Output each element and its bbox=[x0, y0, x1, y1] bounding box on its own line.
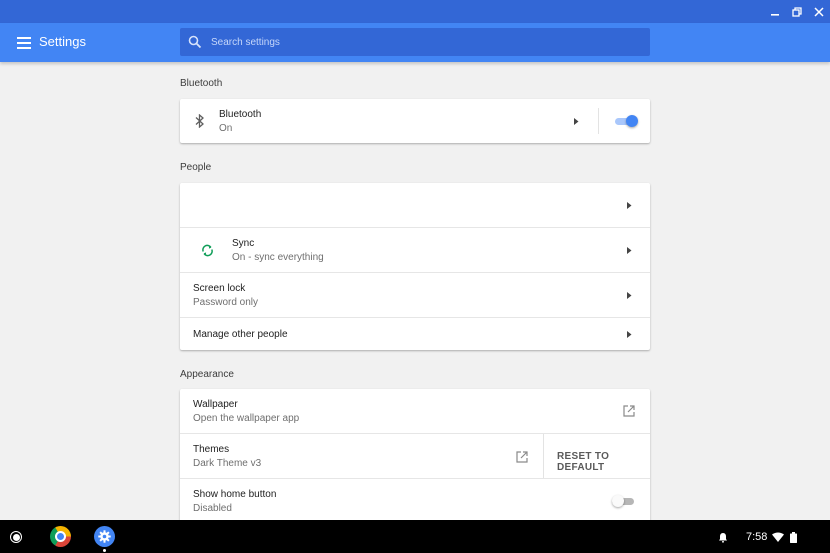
search-box[interactable] bbox=[180, 28, 650, 56]
shelf: 7:58 bbox=[0, 520, 830, 553]
section-title-appearance: Appearance bbox=[180, 369, 234, 380]
screen-lock-status: Password only bbox=[193, 297, 259, 308]
wallpaper-label: Wallpaper bbox=[193, 399, 238, 410]
bluetooth-row[interactable]: Bluetooth On bbox=[180, 99, 650, 143]
minimize-icon[interactable] bbox=[766, 3, 784, 20]
launcher-icon bbox=[12, 533, 20, 541]
open-external-icon[interactable] bbox=[623, 405, 635, 417]
active-app-indicator bbox=[103, 549, 106, 552]
search-input[interactable] bbox=[211, 28, 641, 56]
hamburger-menu-icon[interactable] bbox=[13, 32, 35, 54]
page-title: Settings bbox=[39, 34, 86, 49]
themes-row[interactable]: Themes Dark Theme v3 RESET TO DEFAULT bbox=[180, 433, 650, 479]
chevron-right-icon bbox=[625, 330, 633, 338]
reset-to-default-button[interactable]: RESET TO DEFAULT bbox=[557, 451, 650, 473]
screen-lock-label: Screen lock bbox=[193, 283, 246, 294]
launcher-button[interactable] bbox=[10, 531, 22, 543]
appearance-card: Wallpaper Open the wallpaper app Themes … bbox=[180, 389, 650, 529]
manage-other-people-row[interactable]: Manage other people bbox=[180, 317, 650, 350]
chevron-right-icon bbox=[625, 246, 633, 254]
sync-status: On - sync everything bbox=[232, 252, 324, 263]
chevron-right-icon bbox=[625, 201, 633, 209]
bluetooth-toggle[interactable] bbox=[615, 115, 638, 127]
manage-other-people-label: Manage other people bbox=[193, 329, 288, 340]
wallpaper-description: Open the wallpaper app bbox=[193, 413, 300, 424]
divider bbox=[543, 434, 544, 479]
people-card: Sync On - sync everything Screen lock Pa… bbox=[180, 183, 650, 350]
restore-icon[interactable] bbox=[788, 3, 806, 20]
section-title-people: People bbox=[180, 162, 212, 173]
sync-label: Sync bbox=[232, 238, 255, 249]
notification-bell-icon[interactable] bbox=[718, 531, 728, 543]
themes-label: Themes bbox=[193, 444, 230, 455]
wifi-icon[interactable] bbox=[772, 531, 784, 543]
clock[interactable]: 7:58 bbox=[746, 531, 767, 543]
chevron-right-icon bbox=[625, 291, 633, 299]
chrome-icon[interactable] bbox=[50, 526, 71, 547]
account-row[interactable] bbox=[180, 183, 650, 227]
battery-icon[interactable] bbox=[789, 531, 797, 543]
themes-current: Dark Theme v3 bbox=[193, 458, 262, 469]
sync-icon bbox=[200, 243, 214, 257]
bluetooth-label: Bluetooth bbox=[219, 109, 262, 120]
bluetooth-card: Bluetooth On bbox=[180, 99, 650, 143]
chevron-right-icon bbox=[572, 117, 580, 125]
section-title-bluetooth: Bluetooth bbox=[180, 78, 223, 89]
search-icon bbox=[188, 35, 202, 49]
show-home-button-label: Show home button bbox=[193, 489, 277, 500]
show-home-button-toggle[interactable] bbox=[612, 495, 634, 507]
open-external-icon[interactable] bbox=[516, 451, 528, 463]
divider bbox=[598, 108, 599, 134]
sync-row[interactable]: Sync On - sync everything bbox=[180, 227, 650, 272]
settings-gear-icon[interactable] bbox=[94, 526, 115, 547]
settings-toolbar: Settings bbox=[0, 23, 830, 62]
bluetooth-icon bbox=[193, 114, 207, 128]
wallpaper-row[interactable]: Wallpaper Open the wallpaper app bbox=[180, 389, 650, 433]
screen-lock-row[interactable]: Screen lock Password only bbox=[180, 272, 650, 317]
bluetooth-status: On bbox=[219, 123, 233, 134]
show-home-button-status: Disabled bbox=[193, 503, 232, 514]
close-icon[interactable] bbox=[810, 3, 828, 20]
window-titlebar bbox=[0, 0, 830, 23]
